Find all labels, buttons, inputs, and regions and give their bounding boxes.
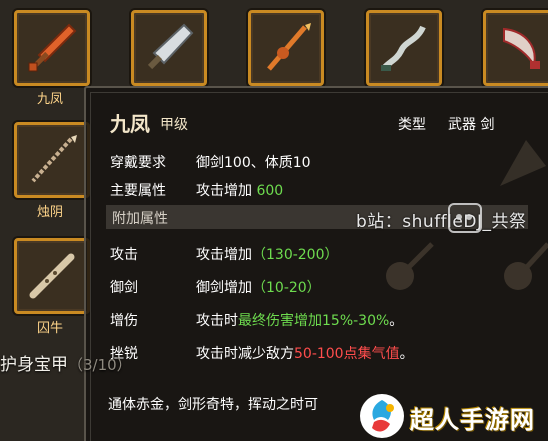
item-slot-2[interactable] xyxy=(131,10,207,86)
serpent-blade-icon xyxy=(381,25,426,71)
row-value-suffix: 。 xyxy=(399,346,414,362)
item-name: 九凤 xyxy=(110,112,150,136)
row-value: 攻击增加 xyxy=(196,183,257,199)
row-key: 攻击 xyxy=(110,247,138,263)
orange-sword-icon xyxy=(28,23,77,72)
background-weapon-icon xyxy=(386,242,434,290)
row-value: 攻击时减少敌方 xyxy=(196,346,294,362)
row-key: 御剑 xyxy=(110,280,138,296)
bone-flute-icon xyxy=(29,253,75,299)
item-label-1: 九凤 xyxy=(36,92,63,107)
site-logo: 超人手游网 xyxy=(356,392,548,441)
row-value-highlight: （130-200） xyxy=(252,247,339,263)
attack-row: 攻击 攻击增加（130-200） xyxy=(110,244,339,264)
background-weapon-icon xyxy=(504,242,548,290)
crimson-scimitar-icon xyxy=(503,27,540,69)
damage-boost-row: 增伤 攻击时最终伤害增加15%-30%。 xyxy=(110,310,403,330)
tooltip-border xyxy=(90,92,548,441)
row-value-highlight: 50-100点集气值 xyxy=(294,346,400,362)
item-slot-7[interactable] xyxy=(14,238,90,314)
row-value: 攻击增加 xyxy=(196,247,252,263)
main-attribute-row: 主要属性 攻击增加 600 xyxy=(110,180,283,200)
bilibili-icon xyxy=(448,203,482,233)
item-tooltip: 九凤 甲级 类型 武器 剑 穿戴要求 御剑100、体质10 主要属性 攻击增加 60… xyxy=(84,86,548,441)
background-fan-icon xyxy=(500,140,546,186)
item-slot-4[interactable] xyxy=(366,10,442,86)
row-value-highlight: 600 xyxy=(256,183,284,199)
requirement-row: 穿戴要求 御剑100、体质10 xyxy=(110,152,311,172)
row-value-suffix: 。 xyxy=(389,313,404,329)
logo-emblem-icon xyxy=(360,394,404,438)
item-type-value: 武器 剑 xyxy=(448,117,495,133)
item-label-7: 囚牛 xyxy=(36,321,63,336)
silver-broadsword-icon xyxy=(147,23,194,70)
item-description: 通体赤金，剑形奇特，挥动之时可 xyxy=(108,397,318,413)
row-value-highlight: 最终伤害增加15%-30% xyxy=(238,313,390,329)
row-value-highlight: （10-20） xyxy=(252,280,321,296)
row-value: 御剑增加 xyxy=(196,280,252,296)
logo-text: 超人手游网 xyxy=(410,406,535,434)
bone-spear-icon xyxy=(31,135,77,183)
row-key: 穿戴要求 xyxy=(110,155,166,171)
category-count: （3/10） xyxy=(68,356,132,374)
row-key: 主要属性 xyxy=(110,183,166,199)
sword-control-row: 御剑 御剑增加（10-20） xyxy=(110,277,321,297)
item-type-label: 类型 xyxy=(398,117,426,133)
section-header: 附加属性 xyxy=(112,211,168,227)
dragon-spear-icon xyxy=(267,23,311,71)
inventory-screen: 九凤 烛阴 囚牛 九凤 甲级 类型 武器 剑 穿戴要求 御剑100、体质10 主… xyxy=(0,0,548,441)
item-slot-1[interactable] xyxy=(14,10,90,86)
row-value: 御剑100、体质10 xyxy=(196,155,311,171)
category-name: 护身宝甲 xyxy=(0,355,68,375)
item-slot-6[interactable] xyxy=(14,122,90,198)
row-value: 攻击时 xyxy=(196,313,238,329)
item-grade: 甲级 xyxy=(160,117,188,133)
item-label-6: 烛阴 xyxy=(36,205,63,220)
watermark: b站：shuffleDJ_共祭 xyxy=(356,212,527,232)
item-slot-5[interactable] xyxy=(483,10,548,86)
item-slot-3[interactable] xyxy=(248,10,324,86)
suppress-row: 挫锐 攻击时减少敌方50-100点集气值。 xyxy=(110,343,414,363)
row-key: 增伤 xyxy=(110,313,138,329)
category-title: 护身宝甲（3/10） xyxy=(0,350,132,375)
